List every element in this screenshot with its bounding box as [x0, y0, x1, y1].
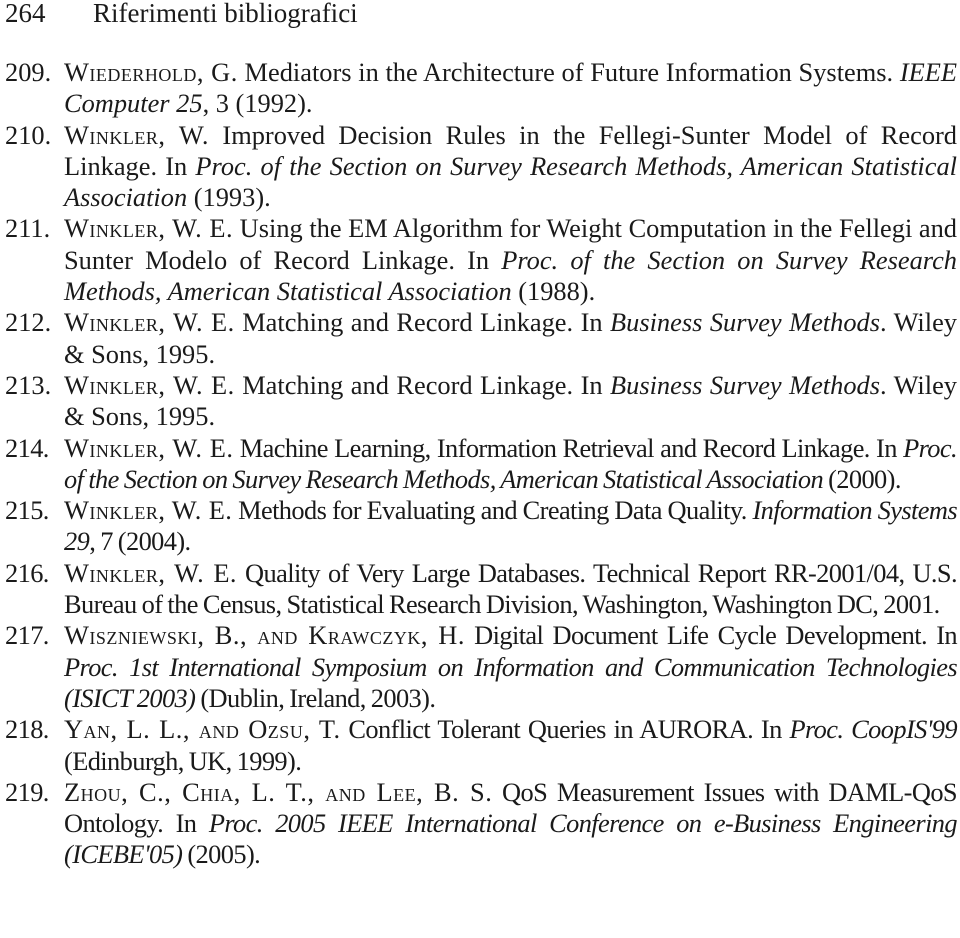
reference-number: 211.: [5, 213, 51, 244]
reference-text: Winkler, W. E. Methods for Evaluating an…: [64, 495, 958, 558]
reference-entry: 212. Winkler, W. E. Matching and Record L…: [5, 307, 957, 370]
section-title: Riferimenti bibliografici: [93, 0, 358, 28]
bibliography-list: 209. Wiederhold, G. Mediators in the Arch…: [5, 57, 958, 871]
reference-authors: Winkler, W. E.: [64, 213, 234, 244]
reference-text: Yan, L. L., and Ozsu, T. Conflict Tolera…: [64, 714, 958, 777]
reference-text: Winkler, W. E. Quality of Very Large Dat…: [64, 557, 958, 621]
reference-authors: Winkler, W. E.: [64, 307, 235, 338]
page-number: 264: [5, 0, 46, 28]
reference-entry: 218. Yan, L. L., and Ozsu, T. Conflict To…: [5, 714, 958, 777]
reference-text: Winkler, W. E. Using the EM Algorithm fo…: [64, 213, 957, 307]
reference-segment: Machine Learning, Information Retrieval …: [233, 432, 904, 463]
reference-text: Wiederhold, G. Mediators in the Architec…: [64, 57, 957, 120]
reference-entry: 214. Winkler, W. E. Machine Learning, Inf…: [5, 432, 958, 496]
reference-number: 217.: [5, 620, 49, 651]
document-page: 264 Riferimenti bibliografici 209. Wiederh…: [0, 0, 960, 938]
reference-venue: Business Survey Methods: [610, 369, 880, 400]
reference-segment: Matching and Record Linkage. In: [234, 369, 611, 400]
reference-number: 215.: [5, 495, 49, 526]
reference-authors: Winkler, W. E.: [64, 557, 238, 588]
reference-authors: Yan, L. L., and Ozsu, T.: [64, 714, 341, 745]
reference-segment: (2000).: [823, 463, 901, 494]
reference-segment: (Edinburgh, UK, 1999).: [64, 745, 302, 776]
reference-entry: 211. Winkler, W. E. Using the EM Algorith…: [5, 213, 957, 307]
reference-venue: Business Survey Methods: [610, 307, 880, 338]
reference-text: Winkler, W. Improved Decision Rules in t…: [64, 120, 957, 214]
reference-authors: Winkler, W.: [64, 119, 210, 150]
reference-entry: 216. Winkler, W. E. Quality of Very Large…: [5, 557, 958, 621]
reference-text: Winkler, W. E. Matching and Record Linka…: [64, 307, 957, 370]
reference-entry: 209. Wiederhold, G. Mediators in the Arch…: [5, 57, 957, 120]
reference-authors: Winkler, W. E.: [64, 432, 234, 463]
reference-number: 209.: [5, 57, 52, 87]
reference-entry: 217. Wiszniewski, B., and Krawczyk, H. Di…: [5, 620, 958, 714]
reference-segment: Methods for Evaluating and Creating Data…: [232, 495, 753, 526]
reference-entry: 219. Zhou, C., Chia, L. T., and Lee, B. S…: [5, 776, 958, 871]
reference-segment: (Dublin, Ireland, 2003).: [195, 682, 436, 713]
reference-authors: Wiszniewski, B., and Krawczyk, H.: [64, 620, 465, 651]
reference-text: Winkler, W. E. Matching and Record Linka…: [64, 370, 957, 433]
reference-authors: Winkler, W. E.: [64, 495, 233, 526]
reference-segment: (1993).: [187, 182, 271, 213]
reference-number: 216.: [5, 557, 49, 588]
reference-text: Winkler, W. E. Machine Learning, Informa…: [64, 432, 958, 496]
reference-authors: Wiederhold, G.: [64, 57, 238, 87]
reference-entry: 213. Winkler, W. E. Matching and Record L…: [5, 370, 957, 433]
reference-number: 210.: [5, 119, 52, 150]
reference-text: Wiszniewski, B., and Krawczyk, H. Digita…: [64, 620, 958, 714]
reference-segment: (2005).: [182, 839, 261, 870]
reference-number: 212.: [5, 307, 52, 338]
reference-segment: , 3 (1992).: [202, 88, 313, 119]
reference-number: 214.: [5, 432, 49, 463]
reference-segment: Digital Document Life Cycle Development.…: [464, 620, 957, 651]
reference-number: 218.: [5, 714, 49, 745]
reference-authors: Zhou, C., Chia, L. T., and Lee, B. S.: [64, 776, 493, 807]
reference-segment: Conflict Tolerant Queries in AURORA. In: [340, 714, 790, 745]
reference-entry: 210. Winkler, W. Improved Decision Rules …: [5, 120, 957, 214]
reference-entry: 215. Winkler, W. E. Methods for Evaluatin…: [5, 495, 958, 558]
running-header: 264 Riferimenti bibliografici: [5, 0, 358, 29]
reference-number: 213.: [5, 369, 52, 400]
reference-text: Zhou, C., Chia, L. T., and Lee, B. S. Qo…: [64, 776, 958, 871]
reference-segment: , 7 (2004).: [89, 526, 191, 557]
reference-segment: Mediators in the Architecture of Future …: [237, 57, 900, 87]
reference-segment: (1988).: [511, 276, 596, 307]
reference-authors: Winkler, W. E.: [64, 369, 235, 400]
reference-segment: Matching and Record Linkage. In: [234, 307, 611, 338]
reference-number: 219.: [5, 776, 49, 807]
reference-venue: Proc. CoopIS'99: [789, 714, 957, 745]
